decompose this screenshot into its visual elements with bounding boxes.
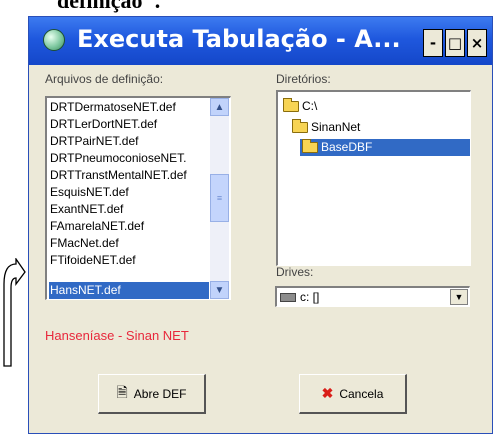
window-title: Executa Tabulação - A... xyxy=(77,25,401,53)
list-item[interactable]: FTifoideNET.def xyxy=(49,252,209,269)
open-def-button[interactable]: 🗎 Abre DEF xyxy=(98,374,206,414)
dir-label: C:\ xyxy=(302,99,318,113)
maximize-button[interactable]: □ xyxy=(445,29,465,57)
cancel-button[interactable]: ✖ Cancela xyxy=(299,374,407,414)
list-item[interactable]: DRTDermatoseNET.def xyxy=(49,99,209,116)
dir-item-basedbf[interactable]: BaseDBF xyxy=(300,139,470,156)
drives-label: Drives: xyxy=(276,265,314,279)
list-item[interactable]: DRTTranstMentalNET.def xyxy=(49,167,209,184)
open-file-icon: 🗎 xyxy=(116,383,128,400)
scroll-up-icon[interactable]: ▲ xyxy=(210,98,229,116)
app-icon xyxy=(43,29,65,51)
list-item[interactable]: DRTPairNET.def xyxy=(49,133,209,150)
folder-open-icon xyxy=(292,119,308,133)
list-item[interactable]: DRTLerDortNET.def xyxy=(49,116,209,133)
dir-item-root[interactable]: C:\ xyxy=(283,98,317,115)
title-bar[interactable]: Executa Tabulação - A... - □ × xyxy=(29,17,492,65)
document-heading-fragment: definição". xyxy=(57,0,161,13)
list-item-selected[interactable]: HansNET.def xyxy=(49,282,209,299)
dir-item-sinannet[interactable]: SinanNet xyxy=(292,119,360,136)
dir-label: SinanNet xyxy=(311,120,361,134)
scroll-down-icon[interactable]: ▼ xyxy=(210,281,229,299)
cancel-x-icon: ✖ xyxy=(321,385,334,401)
directories-label: Diretórios: xyxy=(276,72,331,86)
list-item[interactable]: ExantNET.def xyxy=(49,201,209,218)
drive-value: c: [] xyxy=(300,290,320,304)
list-item[interactable]: EsquisNET.def xyxy=(49,184,209,201)
drive-select[interactable]: c: [] ▼ xyxy=(275,286,470,307)
drive-icon xyxy=(280,292,296,302)
dialog-window: Executa Tabulação - A... - □ × Arquivos … xyxy=(28,16,493,434)
definition-file-list[interactable]: DRTDermatoseNET.def DRTLerDortNET.def DR… xyxy=(45,96,231,300)
pointer-arrow-icon xyxy=(3,258,26,367)
scroll-thumb[interactable]: ≡ xyxy=(210,174,229,222)
chevron-down-icon[interactable]: ▼ xyxy=(450,289,468,305)
open-def-label: Abre DEF xyxy=(133,386,187,401)
list-item[interactable]: FMacNet.def xyxy=(49,235,209,252)
dir-label: BaseDBF xyxy=(321,140,373,154)
list-item[interactable]: DRTPneumoconioseNET. xyxy=(49,150,209,167)
close-button[interactable]: × xyxy=(467,29,487,57)
cancel-label: Cancela xyxy=(339,386,384,401)
folder-open-icon xyxy=(283,98,299,112)
minimize-button[interactable]: - xyxy=(423,29,443,57)
files-label: Arquivos de definição: xyxy=(45,72,164,86)
definition-description: Hanseníase - Sinan NET xyxy=(45,328,189,343)
list-item[interactable]: FAmarelaNET.def xyxy=(49,218,209,235)
file-list-scrollbar[interactable]: ▲ ≡ ▼ xyxy=(210,98,229,299)
folder-open-icon xyxy=(302,139,318,153)
directory-tree[interactable]: C:\ SinanNet BaseDBF xyxy=(276,90,471,266)
